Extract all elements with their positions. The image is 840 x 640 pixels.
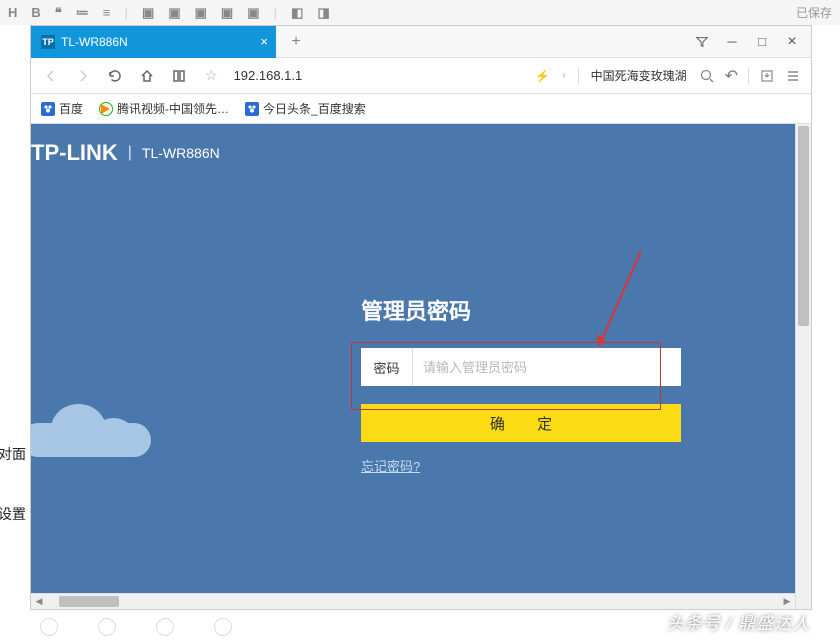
window-controls: ─ □ × (691, 31, 803, 53)
search-icon[interactable] (699, 68, 715, 84)
download-icon[interactable] (759, 68, 775, 84)
tencent-video-icon (99, 102, 113, 116)
tool1-icon: ◧ (291, 5, 303, 21)
router-model: TL-WR886N (142, 145, 220, 161)
bookmark-label: 腾讯视频-中国领先… (117, 100, 229, 117)
img1-icon: ▣ (142, 5, 154, 21)
home-button[interactable] (137, 66, 157, 86)
tplink-logo: TP-LINK (31, 140, 118, 166)
maximize-icon[interactable]: □ (751, 31, 773, 53)
img3-icon: ▣ (195, 5, 207, 21)
quote-icon: ❝ (55, 5, 62, 21)
forward-button[interactable] (73, 66, 93, 86)
router-login-page: TP-LINK | TL-WR886N 管理员密码 密码 确 定 忘记密码? ◀… (31, 124, 811, 609)
horizontal-scrollbar[interactable]: ◀ ▶ (31, 593, 795, 609)
tab-favicon: TP (41, 35, 55, 49)
chevron-right-icon[interactable]: › (562, 70, 565, 81)
url-text[interactable]: 192.168.1.1 (234, 68, 303, 83)
login-form: 管理员密码 密码 确 定 忘记密码? (361, 294, 681, 476)
reader-icon[interactable] (169, 66, 189, 86)
editor-toolbar: H B ❝ ≔ ≡ | ▣ ▣ ▣ ▣ ▣ | ◧ ◨ 已保存 (0, 0, 840, 25)
bold-icon: B (31, 5, 40, 20)
cloud-decoration (31, 402, 151, 457)
cropped-text-1: 对面 (0, 444, 26, 464)
bookmark-label: 百度 (59, 100, 83, 117)
refresh-button[interactable] (105, 66, 125, 86)
menu-icon[interactable] (785, 68, 801, 84)
save-status: 已保存 (796, 4, 832, 21)
brand-separator: | (128, 144, 132, 162)
news-headline[interactable]: 中国死海变玫瑰湖 (591, 67, 687, 84)
bookmark-star-icon[interactable]: ☆ (205, 67, 218, 84)
tab-bar: TP TL-WR886N × + ─ □ × (31, 26, 811, 58)
scroll-right-icon[interactable]: ▶ (779, 594, 795, 609)
divider (578, 67, 579, 85)
filter-icon[interactable] (691, 31, 713, 53)
img4-icon: ▣ (221, 5, 233, 21)
toolbar-divider: | (124, 5, 128, 20)
close-tab-icon[interactable]: × (260, 34, 268, 49)
heading-icon: H (8, 5, 17, 20)
bookmark-tencent[interactable]: 腾讯视频-中国领先… (99, 100, 229, 117)
baidu-icon (245, 102, 259, 116)
address-right-controls: ↶ (699, 66, 801, 86)
img5-icon: ▣ (247, 5, 259, 21)
password-label: 密码 (361, 348, 413, 386)
tool2-icon: ◨ (317, 5, 329, 21)
password-input[interactable] (413, 348, 681, 386)
router-brand: TP-LINK | TL-WR886N (31, 140, 220, 166)
browser-tab[interactable]: TP TL-WR886N × (31, 26, 276, 58)
cropped-text-2: 设置 (0, 504, 26, 524)
password-row: 密码 (361, 348, 681, 386)
bookmark-toutiao[interactable]: 今日头条_百度搜索 (245, 100, 366, 117)
baidu-icon (41, 102, 55, 116)
restore-icon[interactable]: ↶ (725, 66, 738, 86)
bolt-icon[interactable]: ⚡ (535, 69, 550, 83)
divider (748, 67, 749, 85)
bookmark-baidu[interactable]: 百度 (41, 100, 83, 117)
bookmark-label: 今日头条_百度搜索 (263, 100, 366, 117)
login-title: 管理员密码 (361, 294, 681, 326)
toolbar-divider: | (274, 5, 278, 20)
minimize-icon[interactable]: ─ (721, 31, 743, 53)
scroll-left-icon[interactable]: ◀ (31, 594, 47, 609)
bookmark-bar: 百度 腾讯视频-中国领先… 今日头条_百度搜索 (31, 94, 811, 124)
scrollbar-thumb[interactable] (798, 126, 809, 326)
ul-icon: ≡ (103, 5, 111, 20)
forgot-password-link[interactable]: 忘记密码? (361, 456, 420, 475)
vertical-scrollbar[interactable] (795, 124, 811, 609)
new-tab-button[interactable]: + (284, 30, 308, 54)
address-bar: ☆ 192.168.1.1 ⚡ › 中国死海变玫瑰湖 ↶ (31, 58, 811, 94)
ol-icon: ≔ (76, 5, 89, 21)
back-button[interactable] (41, 66, 61, 86)
watermark: 头条号 / 鼎盛达人 (667, 609, 810, 634)
scrollbar-thumb[interactable] (59, 596, 119, 607)
img2-icon: ▣ (168, 5, 180, 21)
confirm-button[interactable]: 确 定 (361, 404, 681, 442)
browser-window: TP TL-WR886N × + ─ □ × ☆ 192.168.1.1 ⚡ ›… (30, 25, 812, 610)
tab-title: TL-WR886N (61, 35, 128, 49)
close-window-icon[interactable]: × (781, 31, 803, 53)
